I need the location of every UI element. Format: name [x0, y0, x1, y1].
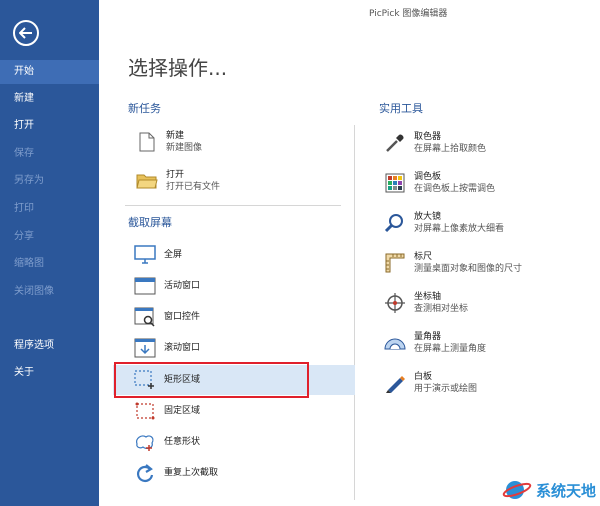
capture-scroll-window-item[interactable]: 滚动窗口 [134, 333, 200, 363]
sidebar-item-start[interactable]: 开始 [0, 60, 99, 84]
item-desc: 在屏幕上拾取颜色 [414, 144, 487, 154]
callout-box [114, 362, 309, 398]
item-label: 全屏 [164, 250, 183, 260]
tool-ruler-item[interactable]: 标尺测量桌面对象和图像的尺寸 [384, 248, 522, 278]
item-label: 量角器 [414, 332, 442, 342]
sidebar-item-options[interactable]: 程序选项 [0, 334, 99, 358]
tool-palette-item[interactable]: 调色板在调色板上按需调色 [384, 168, 495, 198]
item-label: 打开 [166, 170, 185, 180]
repeat-icon [134, 462, 156, 484]
palette-icon [384, 172, 406, 194]
item-desc: 对屏幕上像素放大细看 [414, 224, 505, 234]
backstage-main: PicPick 图像编辑器 选择操作... 新任务 实用工具 新建新建图像 打开… [99, 0, 600, 506]
section-title-capture: 截取屏幕 [128, 216, 172, 229]
item-desc: 新建图像 [166, 143, 203, 153]
sidebar-item-open[interactable]: 打开 [0, 114, 99, 138]
item-label: 新建 [166, 131, 185, 141]
monitor-icon [134, 244, 156, 266]
globe-logo-icon [502, 478, 532, 502]
sidebar-item-share[interactable]: 分享 [0, 225, 99, 249]
item-label: 重复上次截取 [164, 468, 219, 478]
sidebar-item-about[interactable]: 关于 [0, 361, 99, 385]
item-label: 调色板 [414, 172, 442, 182]
page-title: 选择操作... [128, 56, 228, 80]
protractor-icon [384, 332, 406, 354]
capture-window-control-item[interactable]: 窗口控件 [134, 302, 200, 332]
new-image-item[interactable]: 新建 新建图像 [136, 127, 202, 157]
app-title: PicPick 图像编辑器 [369, 9, 448, 19]
sidebar-item-new[interactable]: 新建 [0, 87, 99, 111]
sidebar-item-save[interactable]: 保存 [0, 142, 99, 166]
window-control-icon [134, 306, 156, 328]
magnifier-icon [384, 212, 406, 234]
item-desc: 用于演示或绘图 [414, 384, 478, 394]
item-desc: 在调色板上按需调色 [414, 184, 496, 194]
capture-fixed-region-item[interactable]: 固定区域 [134, 396, 200, 426]
tool-whiteboard-item[interactable]: 白板 用于演示或绘图 [384, 368, 477, 398]
item-desc: 在屏幕上测量角度 [414, 344, 487, 354]
window-icon [134, 275, 156, 297]
open-file-item[interactable]: 打开 打开已有文件 [136, 166, 220, 196]
capture-repeat-item[interactable]: 重复上次截取 [134, 458, 218, 488]
freehand-icon [134, 431, 156, 453]
fixed-region-icon [134, 400, 156, 422]
sidebar-item-save-as[interactable]: 另存为 [0, 169, 99, 193]
sidebar-item-close-image[interactable]: 关闭图像 [0, 280, 99, 304]
item-label: 取色器 [414, 132, 442, 142]
eyedropper-icon [384, 132, 406, 154]
new-file-icon [136, 131, 158, 153]
section-title-new-task: 新任务 [128, 102, 161, 115]
tool-color-picker-item[interactable]: 取色器在屏幕上拾取颜色 [384, 128, 486, 158]
watermark-text: 系统天地 [535, 481, 596, 500]
column-divider [354, 125, 355, 500]
item-desc: 查测相对坐标 [414, 304, 469, 314]
open-folder-icon [136, 170, 158, 192]
tool-protractor-item[interactable]: 量角器在屏幕上测量角度 [384, 328, 486, 358]
item-label: 活动窗口 [164, 281, 201, 291]
item-label: 白板 [414, 372, 433, 382]
section-divider [125, 205, 341, 206]
sidebar-item-thumbnail[interactable]: 缩略图 [0, 252, 99, 276]
item-label: 任意形状 [164, 437, 201, 447]
backstage-sidebar: 开始 新建 打开 保存 另存为 打印 分享 缩略图 关闭图像 程序选项 关于 [0, 0, 99, 506]
scroll-window-icon [134, 337, 156, 359]
capture-fullscreen-item[interactable]: 全屏 [134, 240, 182, 270]
item-desc: 打开已有文件 [166, 182, 221, 192]
item-label: 坐标轴 [414, 292, 442, 302]
crosshair-icon [384, 292, 406, 314]
tool-magnifier-item[interactable]: 放大镜对屏幕上像素放大细看 [384, 208, 504, 238]
item-label: 窗口控件 [164, 312, 201, 322]
sidebar-item-print[interactable]: 打印 [0, 197, 99, 221]
capture-active-window-item[interactable]: 活动窗口 [134, 271, 200, 301]
item-label: 标尺 [414, 252, 433, 262]
item-label: 放大镜 [414, 212, 442, 222]
section-title-tools: 实用工具 [379, 102, 423, 115]
whiteboard-icon [384, 372, 406, 394]
site-watermark: 系统天地 [502, 478, 596, 502]
tool-crosshair-item[interactable]: 坐标轴 查测相对坐标 [384, 288, 468, 318]
capture-freehand-item[interactable]: 任意形状 [134, 427, 200, 457]
ruler-icon [384, 252, 406, 274]
item-label: 滚动窗口 [164, 343, 201, 353]
back-arrow-icon[interactable] [13, 20, 39, 46]
item-label: 固定区域 [164, 406, 201, 416]
item-desc: 测量桌面对象和图像的尺寸 [414, 264, 523, 274]
